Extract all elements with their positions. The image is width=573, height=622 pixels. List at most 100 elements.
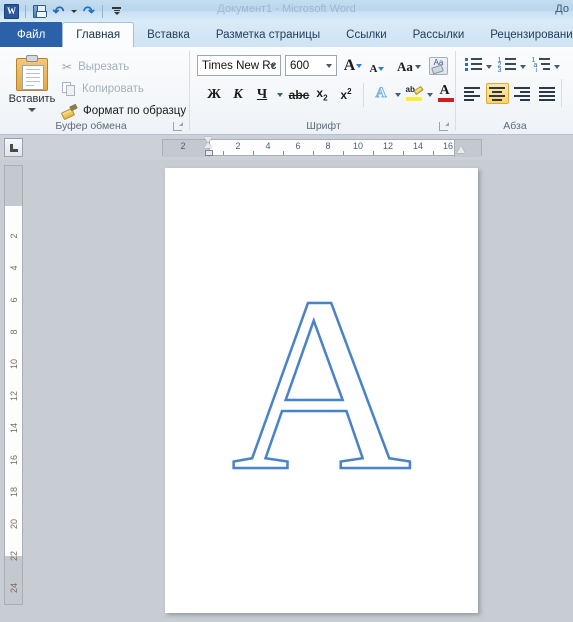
clipboard-dialog-launcher[interactable] bbox=[173, 122, 183, 131]
qat-separator-2 bbox=[102, 4, 103, 18]
clear-formatting-icon: Aa bbox=[429, 57, 448, 75]
bullets-button[interactable] bbox=[463, 56, 483, 73]
redo-icon[interactable]: ↶ bbox=[80, 3, 97, 20]
tab-page-layout[interactable]: Разметка страницы bbox=[203, 23, 333, 47]
strikethrough-button[interactable]: abc bbox=[288, 85, 310, 104]
ruler-bar: 2 2 4 6 8 10 12 14 16 bbox=[0, 135, 573, 160]
indent-markers[interactable] bbox=[204, 137, 213, 158]
document-letter[interactable]: A bbox=[165, 258, 478, 511]
font-color-button[interactable]: A bbox=[437, 83, 455, 103]
hruler-num-8: 16 bbox=[442, 141, 454, 151]
ribbon-group-paragraph: 1 2 3 1 a i Абза bbox=[457, 47, 573, 134]
tab-insert[interactable]: Вставка bbox=[134, 23, 203, 47]
font-color-icon: A bbox=[437, 83, 455, 102]
underline-dropdown-icon[interactable] bbox=[275, 89, 285, 101]
text-effects-label: A bbox=[375, 85, 387, 102]
superscript-index: 2 bbox=[347, 87, 352, 96]
tab-references[interactable]: Ссылки bbox=[333, 23, 400, 47]
font-inline-divider bbox=[363, 83, 364, 107]
highlight-button[interactable]: ab bbox=[405, 84, 424, 103]
subscript-button[interactable]: x2 bbox=[313, 85, 331, 104]
save-icon[interactable] bbox=[31, 3, 48, 20]
format-painter-icon bbox=[62, 104, 77, 118]
highlight-dropdown-icon[interactable] bbox=[425, 89, 435, 101]
align-justify-icon bbox=[538, 86, 557, 101]
scissors-icon: ✂ bbox=[62, 60, 73, 74]
align-center-button[interactable] bbox=[486, 83, 509, 104]
italic-button[interactable]: К bbox=[229, 85, 247, 104]
italic-label: К bbox=[233, 86, 243, 102]
clear-formatting-button[interactable]: Aa bbox=[429, 57, 448, 75]
tab-review[interactable]: Рецензирование bbox=[477, 23, 573, 47]
hruler-num-5: 10 bbox=[352, 141, 364, 151]
vruler-num-9: 20 bbox=[8, 518, 19, 530]
font-dialog-launcher[interactable] bbox=[439, 122, 449, 131]
vruler-num-8: 18 bbox=[8, 486, 19, 498]
left-tab-stop-icon bbox=[9, 143, 18, 152]
top-margin-zone bbox=[5, 166, 22, 206]
copy-button[interactable]: Копировать bbox=[62, 79, 144, 99]
window-title-right-fragment: До bbox=[555, 3, 569, 15]
tab-stop-selector[interactable] bbox=[4, 138, 23, 157]
shrink-font-label: A bbox=[369, 63, 378, 75]
font-size-combo[interactable]: 600 bbox=[285, 55, 337, 76]
numbering-dropdown-icon[interactable] bbox=[518, 61, 528, 73]
hruler-num-7: 14 bbox=[412, 141, 424, 151]
title-bar: W ↶ ↶ Документ1 - Microsoft Word До bbox=[0, 0, 573, 22]
multilevel-list-button[interactable]: 1 a i bbox=[531, 56, 551, 74]
grow-font-button[interactable]: A bbox=[343, 56, 363, 75]
underline-button[interactable]: Ч bbox=[253, 85, 271, 104]
quick-access-toolbar: W ↶ ↶ bbox=[3, 3, 125, 20]
paste-dropdown-icon[interactable] bbox=[28, 108, 36, 112]
paste-button[interactable]: Вставить bbox=[6, 52, 58, 118]
bullets-dropdown-icon[interactable] bbox=[484, 61, 494, 73]
font-group-label: Шрифт bbox=[306, 120, 341, 132]
vruler-num-1: 4 bbox=[8, 265, 19, 271]
align-left-icon bbox=[463, 86, 482, 101]
hruler-num-4: 8 bbox=[325, 141, 331, 151]
font-name-combo[interactable]: Times New Rc bbox=[197, 55, 281, 76]
change-case-dropdown-icon[interactable] bbox=[414, 64, 421, 69]
tab-home[interactable]: Главная bbox=[62, 22, 135, 47]
format-painter-label: Формат по образцу bbox=[83, 105, 187, 117]
vertical-ruler[interactable]: 2 4 6 8 10 12 14 16 18 20 22 24 bbox=[4, 165, 23, 605]
bold-button[interactable]: Ж bbox=[205, 85, 223, 104]
format-painter-button[interactable]: Формат по образцу bbox=[62, 101, 186, 121]
ribbon-group-font: Times New Rc 600 A A Aa Aa Ж К Ч abc x2 … bbox=[191, 47, 456, 134]
vruler-num-2: 6 bbox=[8, 297, 19, 303]
document-page[interactable]: A bbox=[165, 168, 478, 613]
font-size-dropdown-icon[interactable] bbox=[326, 64, 332, 68]
hruler-num-6: 12 bbox=[382, 141, 394, 151]
change-case-button[interactable]: Aa bbox=[395, 58, 423, 75]
tab-mailings[interactable]: Рассылки bbox=[400, 23, 478, 47]
customize-qat-icon[interactable] bbox=[108, 3, 125, 20]
multilevel-list-icon: 1 a i bbox=[532, 57, 551, 74]
multilevel-dropdown-icon[interactable] bbox=[552, 61, 562, 73]
tab-file[interactable]: Файл bbox=[0, 22, 63, 47]
vruler-num-7: 16 bbox=[8, 454, 19, 466]
superscript-button[interactable]: x2 bbox=[337, 85, 355, 104]
left-indent-icon[interactable] bbox=[204, 150, 213, 156]
paragraph-group-label: Абза bbox=[503, 120, 527, 132]
word-logo-icon[interactable]: W bbox=[3, 3, 20, 20]
numbering-button[interactable]: 1 2 3 bbox=[497, 56, 517, 74]
align-left-button[interactable] bbox=[461, 83, 484, 104]
align-justify-button[interactable] bbox=[536, 83, 559, 104]
cut-button[interactable]: ✂ Вырезать bbox=[62, 57, 129, 77]
text-effects-button[interactable]: A bbox=[371, 83, 391, 104]
strikethrough-label: abc bbox=[288, 87, 310, 102]
hruler-num-0: 2 bbox=[180, 141, 186, 151]
font-name-dropdown-icon[interactable] bbox=[270, 64, 276, 68]
ribbon-tab-strip: Файл Главная Вставка Разметка страницы С… bbox=[0, 22, 573, 47]
shrink-font-button[interactable]: A bbox=[367, 56, 387, 75]
group-divider-3 bbox=[561, 79, 562, 107]
vruler-num-11: 24 bbox=[8, 582, 19, 594]
right-indent-marker[interactable] bbox=[457, 146, 465, 153]
undo-dropdown-icon[interactable] bbox=[69, 3, 78, 20]
hanging-indent-icon[interactable] bbox=[204, 142, 212, 148]
align-right-button[interactable] bbox=[511, 83, 534, 104]
undo-icon[interactable]: ↶ bbox=[50, 3, 67, 20]
hruler-num-1: 2 bbox=[235, 141, 241, 151]
text-effects-dropdown-icon[interactable] bbox=[393, 89, 403, 101]
clipboard-group-label: Буфер обмена bbox=[55, 120, 127, 132]
